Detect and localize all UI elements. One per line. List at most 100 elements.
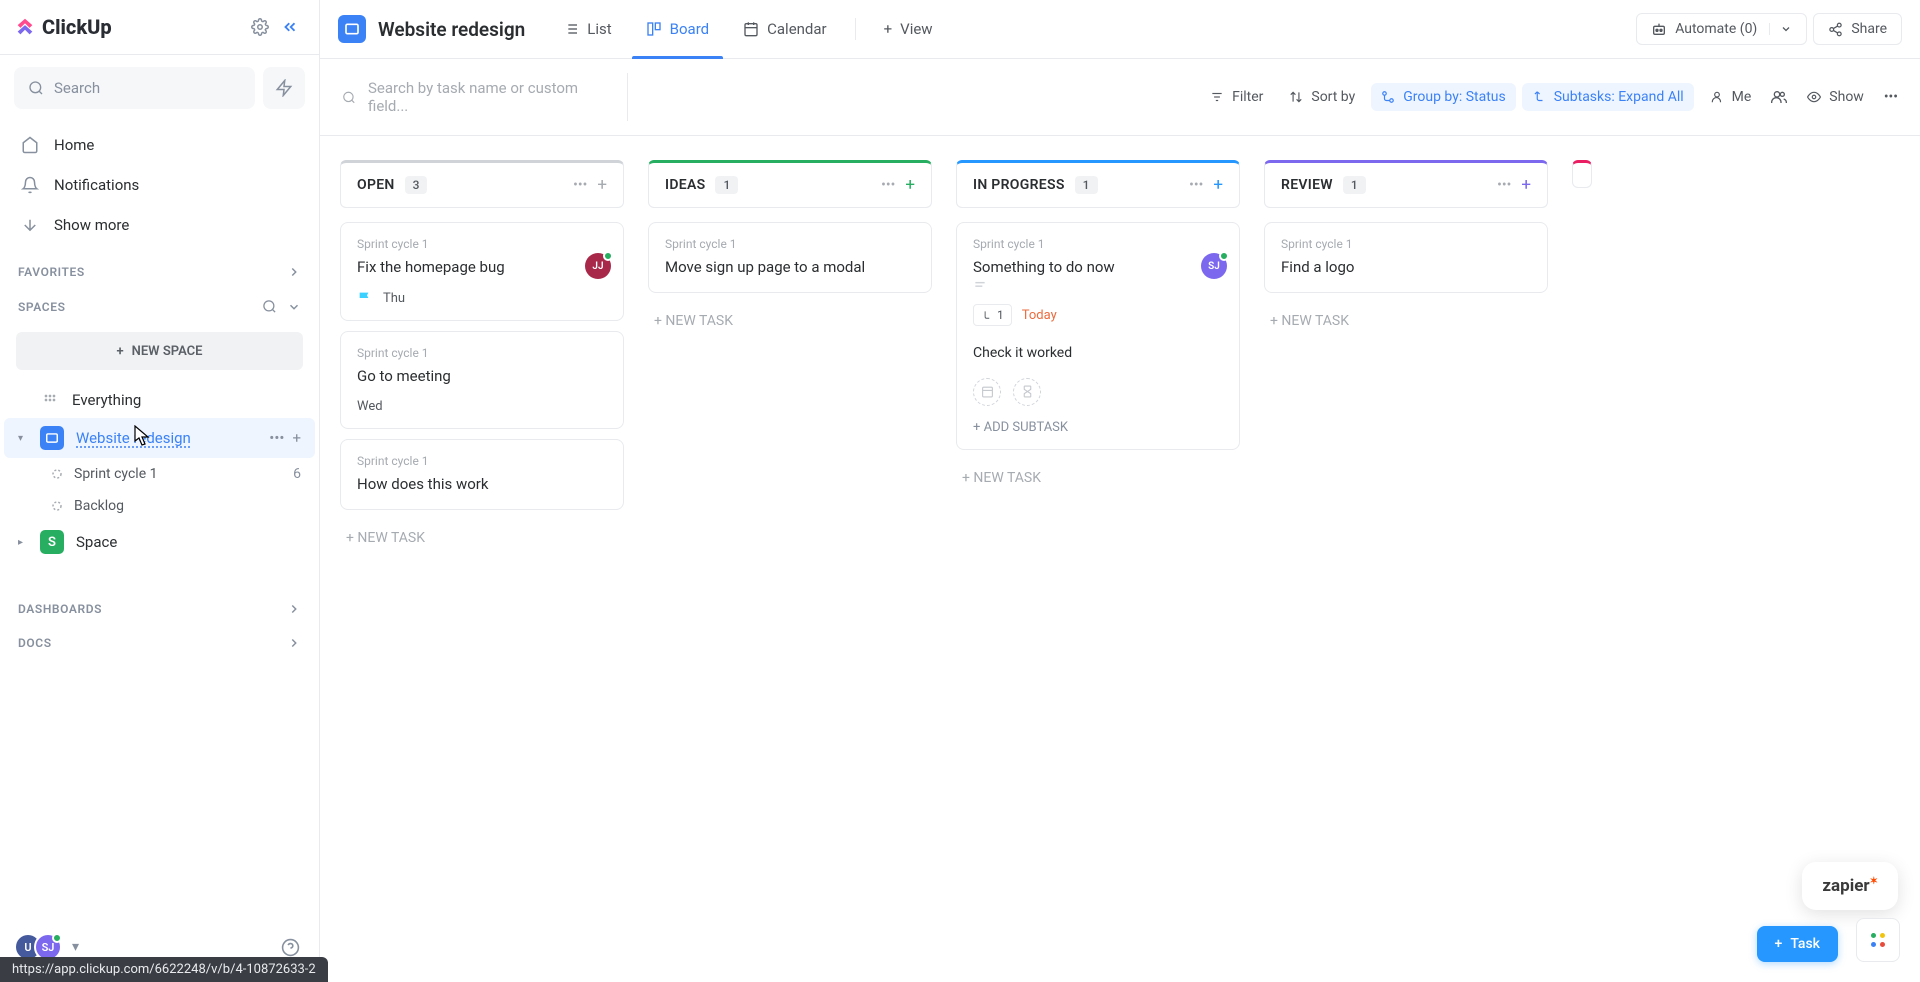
priority-icon[interactable] <box>973 278 1223 292</box>
card-breadcrumb: Sprint cycle 1 <box>973 237 1223 251</box>
plus-icon: + <box>1775 936 1783 952</box>
tab-list[interactable]: List <box>549 10 625 48</box>
caret-down-icon[interactable]: ▾ <box>18 433 28 444</box>
add-time-icon[interactable] <box>1013 378 1041 406</box>
space-everything[interactable]: Everything <box>4 382 315 418</box>
chevron-right-icon <box>287 265 301 279</box>
users-icon <box>1771 89 1787 105</box>
group-by-button[interactable]: Group by: Status <box>1371 83 1515 111</box>
zapier-widget[interactable]: zapier✶ <box>1802 862 1898 910</box>
column-add-icon[interactable]: + <box>1213 175 1223 195</box>
column-header[interactable]: IDEAS 1 ••• + <box>648 160 932 208</box>
list-sprint-cycle-1[interactable]: Sprint cycle 1 6 <box>0 458 319 490</box>
caret-right-icon[interactable]: ▸ <box>18 537 28 548</box>
column-add-icon[interactable]: + <box>597 175 607 195</box>
new-task-button[interactable]: + NEW TASK <box>340 520 624 556</box>
section-dashboards[interactable]: DASHBOARDS <box>0 592 319 626</box>
sidebar-header: ClickUp <box>0 0 319 55</box>
section-favorites[interactable]: FAVORITES <box>0 255 319 289</box>
sort-button[interactable]: Sort by <box>1279 83 1365 111</box>
toolbar: Search by task name or custom field... F… <box>320 59 1920 136</box>
calendar-icon <box>743 21 759 37</box>
card-breadcrumb: Sprint cycle 1 <box>357 454 607 468</box>
due-date[interactable]: Thu <box>383 291 405 306</box>
section-spaces[interactable]: SPACES <box>0 289 319 324</box>
apps-fab[interactable] <box>1856 918 1900 962</box>
nav-show-more[interactable]: Show more <box>10 205 309 245</box>
task-card[interactable]: Sprint cycle 1 Go to meeting Wed <box>340 331 624 429</box>
section-docs[interactable]: DOCS <box>0 626 319 660</box>
settings-icon[interactable] <box>245 12 275 42</box>
column-header[interactable]: OPEN 3 ••• + <box>340 160 624 208</box>
download-icon <box>20 215 40 235</box>
column-more-icon[interactable]: ••• <box>1189 177 1203 193</box>
due-date[interactable]: Today <box>1022 308 1057 323</box>
assignees-button[interactable] <box>1767 83 1791 111</box>
add-date-icon[interactable] <box>973 378 1001 406</box>
column-count: 1 <box>1343 176 1366 194</box>
sort-icon <box>1289 90 1303 104</box>
list-icon <box>563 21 579 37</box>
space-space[interactable]: ▸ S Space <box>4 522 315 562</box>
column-more-icon[interactable]: ••• <box>1497 177 1511 193</box>
due-date[interactable]: Wed <box>357 399 383 414</box>
task-card[interactable]: Sprint cycle 1 Move sign up page to a mo… <box>648 222 932 293</box>
more-toolbar-icon[interactable]: ••• <box>1880 83 1902 111</box>
chevron-down-icon[interactable] <box>287 300 301 314</box>
column-header[interactable]: REVIEW 1 ••• + <box>1264 160 1548 208</box>
add-view-button[interactable]: + View <box>870 10 947 48</box>
collapse-sidebar-icon[interactable] <box>275 12 305 42</box>
add-subtask-button[interactable]: + ADD SUBTASK <box>973 420 1223 435</box>
assignee-avatar[interactable]: JJ <box>585 253 611 279</box>
search-input[interactable]: Search <box>14 67 255 109</box>
task-card[interactable]: Sprint cycle 1 Fix the homepage bug JJ T… <box>340 222 624 321</box>
home-icon <box>20 135 40 155</box>
nav-notifications[interactable]: Notifications <box>10 165 309 205</box>
space-title-icon <box>338 15 366 43</box>
column-more-icon[interactable]: ••• <box>881 177 895 193</box>
new-space-button[interactable]: + NEW SPACE <box>16 332 303 370</box>
task-card[interactable]: Sprint cycle 1 Find a logo <box>1264 222 1548 293</box>
logo[interactable]: ClickUp <box>14 15 112 39</box>
filter-button[interactable]: Filter <box>1200 83 1273 111</box>
task-card[interactable]: Sprint cycle 1 Something to do now SJ 1 … <box>956 222 1240 450</box>
tab-calendar[interactable]: Calendar <box>729 10 841 48</box>
search-spaces-icon[interactable] <box>262 299 277 314</box>
space-icon <box>40 426 64 450</box>
space-more-icon[interactable]: ••• <box>269 429 284 447</box>
column-header[interactable] <box>1572 160 1592 188</box>
nav-home[interactable]: Home <box>10 125 309 165</box>
search-row: Search <box>0 55 319 121</box>
chevron-down-icon[interactable] <box>1769 23 1792 35</box>
task-search-input[interactable]: Search by task name or custom field... <box>338 73 628 121</box>
subtask-count[interactable]: 1 <box>973 304 1012 326</box>
list-backlog[interactable]: Backlog <box>0 490 319 522</box>
assignee-avatar[interactable]: SJ <box>1201 253 1227 279</box>
space-website-redesign[interactable]: ▾ Website redesign ••• + <box>4 418 315 458</box>
create-task-fab[interactable]: + Task <box>1757 926 1838 962</box>
subtasks-button[interactable]: Subtasks: Expand All <box>1522 83 1694 111</box>
column-add-icon[interactable]: + <box>1521 175 1531 195</box>
tab-board[interactable]: Board <box>632 10 723 48</box>
new-task-button[interactable]: + NEW TASK <box>648 303 932 339</box>
space-add-icon[interactable]: + <box>292 429 301 447</box>
flag-icon[interactable] <box>357 290 373 306</box>
column-more-icon[interactable]: ••• <box>573 177 587 193</box>
new-task-button[interactable]: + NEW TASK <box>956 460 1240 496</box>
subtask-title[interactable]: Check it worked <box>973 344 1223 364</box>
column-open: OPEN 3 ••• + Sprint cycle 1 Fix the home… <box>340 160 624 958</box>
task-card[interactable]: Sprint cycle 1 How does this work <box>340 439 624 510</box>
chevron-down-icon[interactable]: ▾ <box>72 939 79 955</box>
column-add-icon[interactable]: + <box>905 175 915 195</box>
share-button[interactable]: Share <box>1813 13 1902 45</box>
page-title: Website redesign <box>378 18 525 41</box>
column-header[interactable]: IN PROGRESS 1 ••• + <box>956 160 1240 208</box>
filter-icon <box>1210 90 1224 104</box>
list-status-icon <box>50 467 64 481</box>
quick-action-button[interactable] <box>263 67 305 109</box>
show-button[interactable]: Show <box>1797 83 1874 111</box>
me-button[interactable]: Me <box>1700 83 1762 111</box>
share-icon <box>1828 22 1843 37</box>
new-task-button[interactable]: + NEW TASK <box>1264 303 1548 339</box>
automate-button[interactable]: Automate (0) <box>1636 13 1807 45</box>
